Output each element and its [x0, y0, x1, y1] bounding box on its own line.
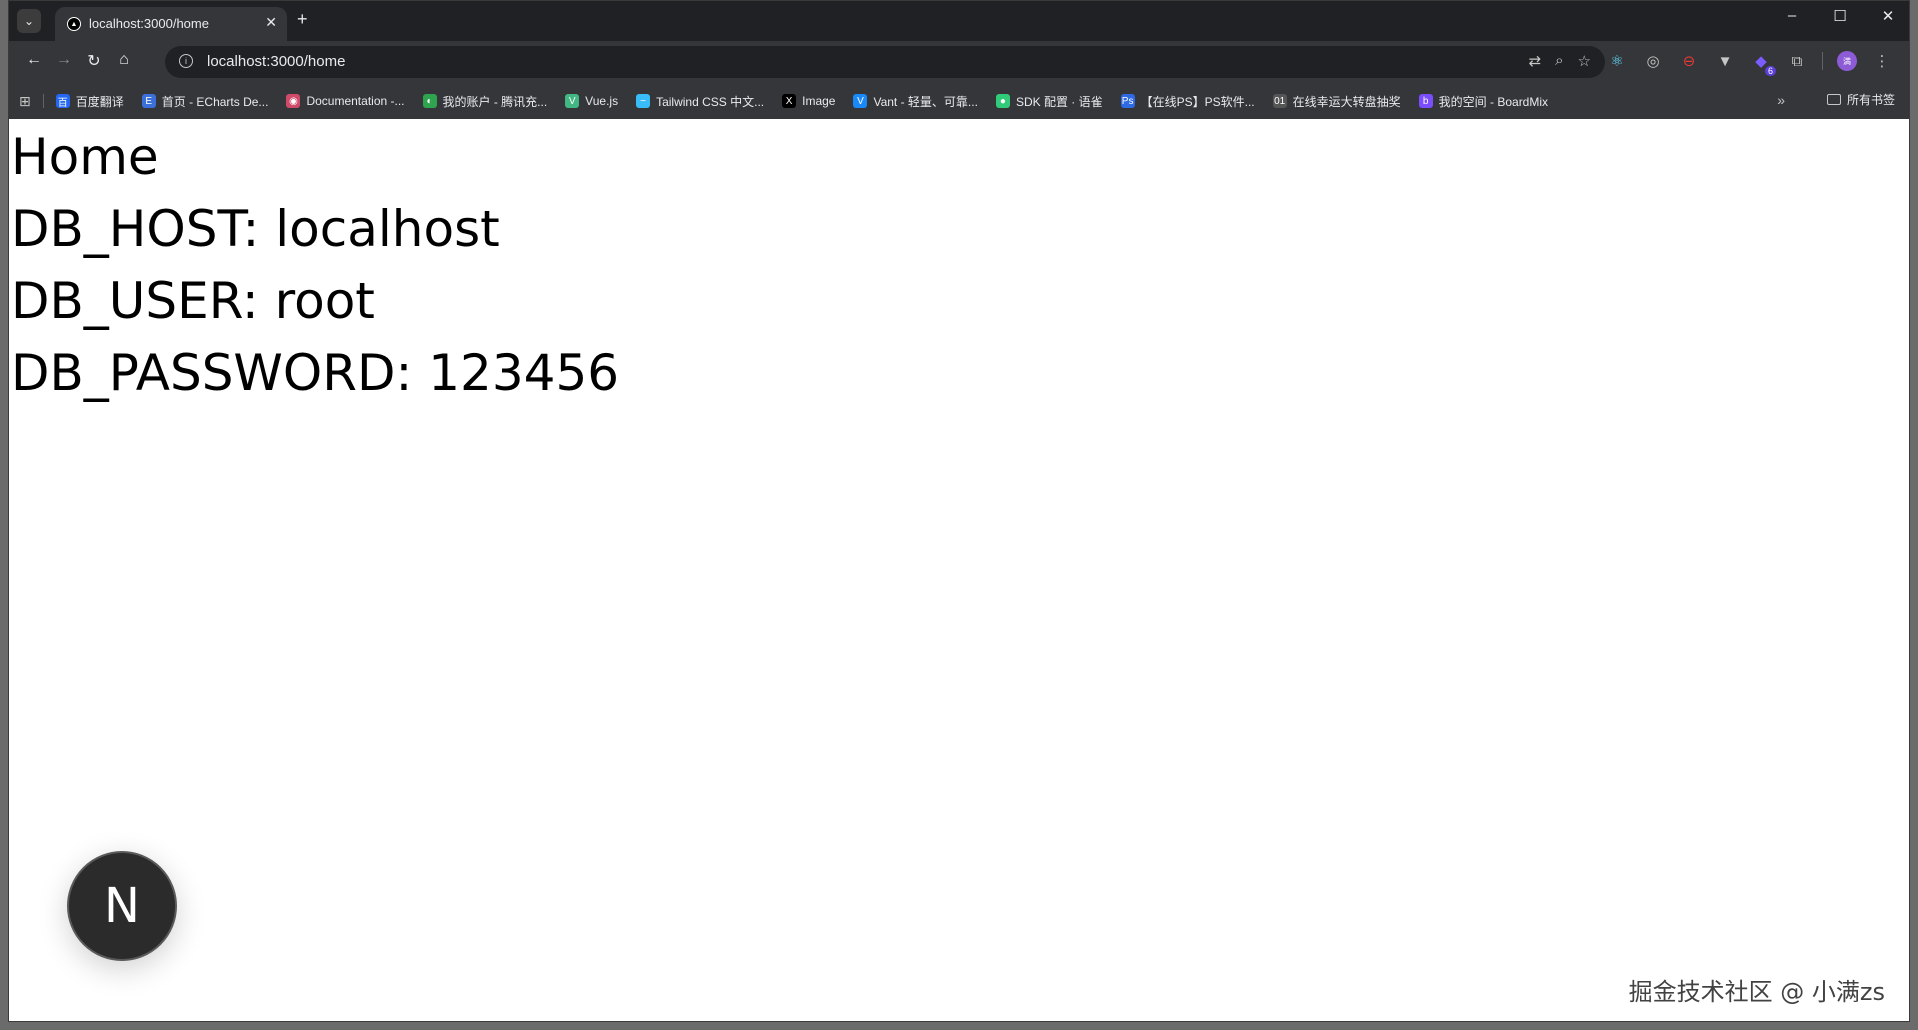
back-button[interactable]: ←	[23, 51, 45, 69]
db-user-text: DB_USER: root	[11, 272, 375, 330]
close-icon[interactable]: ✕	[265, 14, 277, 31]
url-text[interactable]: localhost:3000/home	[207, 53, 345, 70]
toolbar: ← → ↻ ⌂ i localhost:3000/home ⇄ ⌕ ☆ ⚛ ◎ …	[9, 41, 1909, 83]
bookmarks-divider	[42, 94, 44, 108]
extensions-area: ⚛ ◎ ⊖ ▼ ◆ 6 ⧉ 満 ⋮	[1606, 51, 1893, 76]
extensions-puzzle-icon[interactable]: ⧉	[1786, 53, 1808, 70]
reload-button[interactable]: ↻	[83, 51, 105, 71]
bookmark-favicon-icon: b	[1418, 94, 1433, 108]
bookmark-label: 在线幸运大转盘抽奖	[1292, 94, 1401, 109]
bookmark-item[interactable]: V Vue.js	[565, 94, 618, 108]
bookmark-item[interactable]: ◐ 我的账户 - 腾讯充...	[422, 93, 548, 110]
zoom-icon[interactable]: ⌕	[1555, 52, 1563, 70]
nextjs-logo-letter: N	[104, 878, 140, 934]
maximize-button[interactable]: ☐	[1829, 7, 1851, 25]
all-bookmarks-label: 所有书签	[1846, 93, 1895, 107]
forward-button[interactable]: →	[53, 51, 75, 69]
folder-icon	[1826, 94, 1841, 105]
bookmark-favicon-icon: X	[782, 94, 797, 108]
bookmark-favicon-icon: V	[565, 94, 580, 108]
site-info-icon[interactable]: i	[179, 54, 193, 68]
bookmark-label: Vant - 轻量、可靠...	[873, 94, 978, 109]
bookmark-label: SDK 配置 · 语雀	[1015, 94, 1103, 109]
omnibox-actions: ⇄ ⌕ ☆	[1529, 52, 1591, 70]
bookmark-item[interactable]: Ps 【在线PS】PS软件...	[1120, 93, 1255, 110]
tab-title: localhost:3000/home	[89, 16, 209, 31]
bookmark-label: 我的账户 - 腾讯充...	[442, 94, 548, 109]
extension-badge-count: 6	[1764, 66, 1776, 76]
bookmark-label: 首页 - ECharts De...	[161, 94, 269, 109]
page-content: Home DB_HOST: localhost DB_USER: root DB…	[9, 119, 1909, 1021]
apps-grid-icon[interactable]: ⊞	[19, 93, 31, 110]
bookmark-favicon-icon: ~	[636, 94, 651, 108]
close-window-button[interactable]: ✕	[1877, 7, 1899, 25]
bookmark-item[interactable]: ◉ Documentation -...	[286, 94, 405, 108]
tab-home[interactable]: ▲ localhost:3000/home ✕	[55, 7, 287, 41]
nextjs-icon: ▲	[67, 17, 81, 31]
db-password-text: DB_PASSWORD: 123456	[11, 344, 620, 402]
all-bookmarks-button[interactable]: 所有书签	[1826, 91, 1895, 108]
bookmark-favicon-icon: E	[141, 94, 156, 108]
extension-target-icon[interactable]: ◎	[1642, 52, 1664, 70]
bookmark-item[interactable]: ● SDK 配置 · 语雀	[995, 93, 1103, 110]
bookmark-item[interactable]: 01 在线幸运大转盘抽奖	[1272, 93, 1401, 110]
bookmark-favicon-icon: Ps	[1120, 94, 1135, 108]
window-controls: – ☐ ✕	[1781, 7, 1899, 25]
toolbar-divider	[1822, 52, 1823, 70]
bookmark-label: Tailwind CSS 中文...	[656, 94, 765, 109]
nextjs-dev-indicator-button[interactable]: N	[67, 851, 177, 961]
watermark: 掘金技术社区 @ 小满zs	[1628, 978, 1885, 1006]
menu-kebab-icon[interactable]: ⋮	[1871, 52, 1893, 70]
bookmark-item[interactable]: b 我的空间 - BoardMix	[1418, 93, 1549, 110]
bookmark-favicon-icon: 百	[55, 94, 70, 109]
tab-search-button[interactable]: ⌄	[17, 9, 41, 33]
db-host-text: DB_HOST: localhost	[11, 200, 500, 258]
bookmark-item[interactable]: V Vant - 轻量、可靠...	[853, 93, 978, 110]
bookmark-favicon-icon: ●	[995, 94, 1010, 108]
home-button[interactable]: ⌂	[113, 51, 135, 69]
bookmark-star-icon[interactable]: ☆	[1578, 52, 1591, 70]
page-heading: Home	[11, 128, 159, 186]
new-tab-button[interactable]: +	[297, 9, 308, 30]
translate-icon[interactable]: ⇄	[1529, 52, 1542, 70]
extension-block-icon[interactable]: ⊖	[1678, 52, 1700, 70]
bookmark-favicon-icon: ◉	[286, 94, 301, 108]
bookmark-item[interactable]: 百百度翻译	[55, 93, 124, 110]
bookmark-label: Image	[802, 94, 836, 108]
bookmark-list: 百百度翻译 E 首页 - ECharts De... ◉ Documentation -…	[55, 93, 1566, 110]
minimize-button[interactable]: –	[1781, 7, 1803, 25]
bookmark-label: Documentation -...	[306, 94, 405, 108]
bookmark-item[interactable]: X Image	[782, 94, 835, 108]
bookmark-label: 百度翻译	[75, 94, 124, 109]
bookmark-label: Vue.js	[585, 94, 619, 108]
bookmark-label: 【在线PS】PS软件...	[1140, 94, 1255, 109]
vue-devtools-icon[interactable]: ▼	[1714, 53, 1736, 70]
bookmark-item[interactable]: E 首页 - ECharts De...	[141, 93, 269, 110]
bookmark-label: 我的空间 - BoardMix	[1438, 94, 1549, 109]
more-bookmarks-chevron-icon[interactable]: »	[1777, 92, 1785, 108]
profile-avatar[interactable]: 満	[1837, 51, 1857, 71]
tab-strip: ⌄ ▲ localhost:3000/home ✕ + – ☐ ✕	[9, 1, 1909, 41]
react-devtools-icon[interactable]: ⚛	[1606, 52, 1628, 70]
bookmark-favicon-icon: 01	[1272, 94, 1287, 108]
extension-badge-icon[interactable]: ◆ 6	[1750, 52, 1776, 76]
bookmark-item[interactable]: ~ Tailwind CSS 中文...	[636, 93, 764, 110]
browser-window: ⌄ ▲ localhost:3000/home ✕ + – ☐ ✕ ← → ↻ …	[8, 0, 1910, 1022]
bookmarks-bar: ⊞ 百百度翻译 E 首页 - ECharts De... ◉ Documentation…	[9, 83, 1909, 119]
address-bar[interactable]: i localhost:3000/home ⇄ ⌕ ☆	[165, 46, 1605, 78]
bookmark-favicon-icon: ◐	[422, 94, 437, 108]
bookmark-favicon-icon: V	[853, 94, 868, 108]
